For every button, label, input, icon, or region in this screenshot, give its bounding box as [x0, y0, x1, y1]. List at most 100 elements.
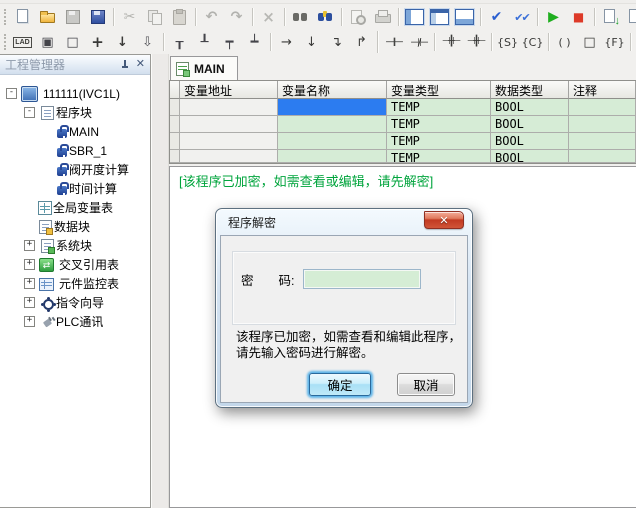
pin-icon[interactable] [120, 59, 130, 70]
cell-variable-type[interactable]: TEMP [387, 116, 491, 133]
tree-item-program-main[interactable]: MAIN [0, 122, 150, 141]
row-selector[interactable] [170, 133, 180, 150]
column-header[interactable]: 变量地址 [180, 81, 278, 99]
tree-item-project-root[interactable]: -111111(IVC1L) [0, 84, 150, 103]
column-header[interactable]: 变量类型 [387, 81, 491, 99]
cut-button[interactable]: ✂ [117, 6, 142, 29]
save-all-button[interactable] [85, 6, 110, 29]
branch-append-button[interactable]: ┷ [242, 31, 267, 54]
compile-all-button[interactable]: ✔✔ [509, 6, 534, 29]
function-block-button[interactable]: □ [577, 31, 602, 54]
cell-variable-name[interactable] [278, 116, 387, 133]
tree-item-system-block[interactable]: +系统块 [0, 236, 150, 255]
new-file-button[interactable] [10, 6, 35, 29]
tree-item-program-blocks[interactable]: -程序块 [0, 103, 150, 122]
column-header[interactable]: 变量名称 [278, 81, 387, 99]
expand-icon[interactable]: + [24, 316, 35, 327]
find-replace-button[interactable] [313, 6, 338, 29]
cell-variable-type[interactable]: TEMP [387, 133, 491, 150]
view-project-window-button[interactable] [402, 6, 427, 29]
cell-variable-address[interactable] [180, 116, 278, 133]
branch-insert-button[interactable]: ┯ [217, 31, 242, 54]
undo-button[interactable]: ↶ [199, 6, 224, 29]
cancel-button[interactable]: 取消 [397, 373, 455, 396]
line-turn-up-button[interactable]: ↱ [349, 31, 374, 54]
tree-item-plc-communication[interactable]: +PLC通讯 [0, 312, 150, 331]
contact-falling-button[interactable]: ⊣╂⊢ [463, 31, 488, 54]
view-output-window-button[interactable] [452, 6, 477, 29]
expand-icon[interactable]: + [24, 297, 35, 308]
line-turn-down-button[interactable]: ↴ [324, 31, 349, 54]
save-button[interactable] [60, 6, 85, 29]
cell-data-type[interactable]: BOOL [491, 116, 569, 133]
find-button[interactable] [288, 6, 313, 29]
row-selector[interactable] [170, 150, 180, 163]
stop-button[interactable]: ■ [566, 6, 591, 29]
line-right-button[interactable]: → [274, 31, 299, 54]
expand-icon[interactable]: + [24, 278, 35, 289]
print-preview-button[interactable] [345, 6, 370, 29]
cell-data-type[interactable]: BOOL [491, 150, 569, 163]
cell-comment[interactable] [569, 133, 636, 150]
row-selector[interactable] [170, 116, 180, 133]
tree-item-data-block[interactable]: 数据块 [0, 217, 150, 236]
contact-no-button[interactable]: ⊣⊢ [381, 31, 406, 54]
tree-item-element-monitor-table[interactable]: +元件监控表 [0, 274, 150, 293]
tab-main[interactable]: MAIN [170, 56, 238, 80]
column-header[interactable]: 数据类型 [491, 81, 569, 99]
row-selector[interactable] [170, 99, 180, 116]
clear-coil-button[interactable]: {C} [520, 31, 545, 54]
copy-button[interactable] [142, 6, 167, 29]
dialog-close-button[interactable]: ✕ [424, 211, 464, 229]
collapse-icon[interactable]: - [24, 107, 35, 118]
cell-comment[interactable] [569, 150, 636, 163]
tree-item-global-variable-table[interactable]: 全局变量表 [0, 198, 150, 217]
run-button[interactable]: ▶ [541, 6, 566, 29]
column-header[interactable] [170, 81, 180, 99]
contact-rising-button[interactable]: ⊣╂⊢ [438, 31, 463, 54]
ladder-label-button[interactable]: LAD [10, 31, 35, 54]
download-button[interactable]: ↓ [598, 6, 623, 29]
draw-rect-button[interactable]: □ [60, 31, 85, 54]
collapse-icon[interactable]: - [6, 88, 17, 99]
arrow-down-hollow-button[interactable]: ⇩ [135, 31, 160, 54]
panel-splitter[interactable] [151, 54, 169, 508]
cell-data-type[interactable]: BOOL [491, 99, 569, 116]
password-input[interactable] [303, 269, 421, 289]
view-info-window-button[interactable] [427, 6, 452, 29]
tree-item-cross-reference-table[interactable]: +⇄交叉引用表 [0, 255, 150, 274]
contact-nc-button[interactable]: ⊣/⊢ [406, 31, 431, 54]
column-header[interactable]: 注释 [569, 81, 636, 99]
output-coil-button[interactable]: ( ) [552, 31, 577, 54]
function-f-button[interactable]: {F} [602, 31, 627, 54]
cell-variable-type[interactable]: TEMP [387, 150, 491, 163]
delete-button[interactable]: × [256, 6, 281, 29]
compile-button[interactable]: ✔ [484, 6, 509, 29]
draw-cross-button[interactable]: + [85, 31, 110, 54]
toolbar-grip[interactable] [4, 34, 6, 50]
tree-item-program-sbr1[interactable]: SBR_1 [0, 141, 150, 160]
cell-variable-address[interactable] [180, 150, 278, 163]
cell-variable-address[interactable] [180, 99, 278, 116]
cell-variable-address[interactable] [180, 133, 278, 150]
tree-item-instruction-wizard[interactable]: +指令向导 [0, 293, 150, 312]
project-manager-titlebar[interactable]: 工程管理器 ✕ [0, 55, 150, 75]
rung-append-button[interactable]: ┸ [192, 31, 217, 54]
set-coil-button[interactable]: {S} [495, 31, 520, 54]
arrow-down-solid-button[interactable]: ↓ [110, 31, 135, 54]
select-block-button[interactable]: ▣ [35, 31, 60, 54]
rung-insert-button[interactable]: ┰ [167, 31, 192, 54]
print-button[interactable] [370, 6, 395, 29]
cell-variable-name[interactable] [278, 133, 387, 150]
open-file-button[interactable] [35, 6, 60, 29]
tree-item-program-valve-calc[interactable]: 阀开度计算 [0, 160, 150, 179]
paste-button[interactable] [167, 6, 192, 29]
cell-variable-type[interactable]: TEMP [387, 99, 491, 116]
upload-button[interactable]: ↑ [623, 6, 636, 29]
cell-comment[interactable] [569, 99, 636, 116]
close-icon[interactable]: ✕ [136, 59, 145, 70]
line-down-button[interactable]: ↓ [299, 31, 324, 54]
cell-variable-name[interactable] [278, 150, 387, 163]
tree-item-program-time-calc[interactable]: 时间计算 [0, 179, 150, 198]
cell-data-type[interactable]: BOOL [491, 133, 569, 150]
